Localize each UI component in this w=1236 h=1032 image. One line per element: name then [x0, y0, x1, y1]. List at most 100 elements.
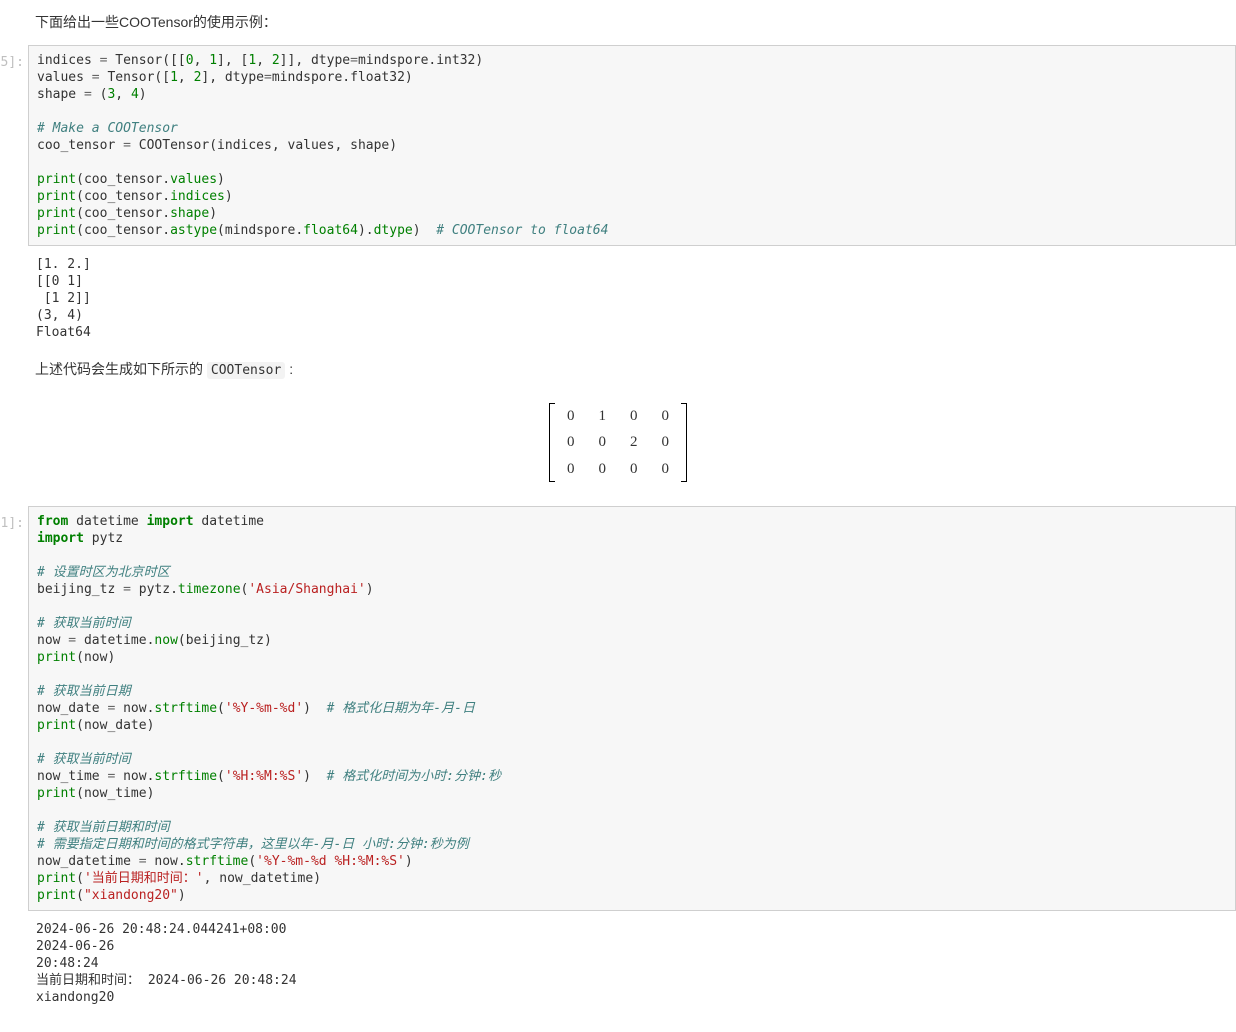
tok: .: [366, 223, 374, 238]
tok: .: [295, 223, 303, 238]
tok: 2: [272, 53, 280, 68]
matrix-cell: 0: [587, 456, 619, 483]
tok: ,: [204, 871, 220, 886]
tok: =: [115, 138, 138, 153]
tok: 1: [248, 53, 256, 68]
tok: ): [225, 189, 233, 204]
tok: (: [76, 206, 84, 221]
tok: datetime: [76, 514, 139, 529]
tok: COOTensor: [139, 138, 209, 153]
comment: # COOTensor to float64: [436, 223, 608, 238]
tok: (: [217, 701, 225, 716]
tok: [: [162, 70, 170, 85]
tok: datetime: [84, 633, 147, 648]
tok: strftime: [154, 701, 217, 716]
tok: dtype: [311, 53, 350, 68]
tok: Tensor: [115, 53, 162, 68]
matrix-cell: 0: [650, 429, 682, 456]
tok: print: [37, 718, 76, 733]
tok: shape: [350, 138, 389, 153]
tok: mindspore: [272, 70, 342, 85]
matrix-row: 0 0 0 0: [555, 456, 681, 483]
tok: import: [147, 514, 194, 529]
prompt-1: 1]:: [0, 506, 28, 911]
tok: =: [76, 87, 99, 102]
tok: ,: [194, 53, 210, 68]
tok: '%H:%M:%S': [225, 769, 303, 784]
tok: ): [107, 650, 115, 665]
tok: '当前日期和时间：': [84, 871, 204, 886]
comment: # 需要指定日期和时间的格式字符串，这里以年-月-日 小时:分钟:秒为例: [37, 837, 469, 852]
comment: # 获取当前时间: [37, 616, 131, 631]
tok: timezone: [178, 582, 241, 597]
code-cell-1: 1]: from datetime import datetime import…: [0, 506, 1236, 911]
tok: (: [76, 172, 84, 187]
tok: print: [37, 786, 76, 801]
coo-desc-pre: 上述代码会生成如下所示的: [35, 361, 207, 377]
comment: # Make a COOTensor: [37, 121, 178, 136]
code-cell-5: 5]: indices = Tensor([[0, 1], [1, 2]], d…: [0, 45, 1236, 246]
tok: ): [303, 701, 311, 716]
tok: ): [389, 138, 397, 153]
tok: now: [154, 633, 177, 648]
matrix-table: 0 1 0 0 0 0 2 0 0 0 0 0: [555, 403, 681, 483]
tok: print: [37, 888, 76, 903]
tok: float64: [303, 223, 358, 238]
comment: # 获取当前时间: [37, 752, 131, 767]
tok: =: [100, 769, 123, 784]
tok: =: [115, 582, 138, 597]
tok: 1: [209, 53, 217, 68]
tok: print: [37, 206, 76, 221]
tok: ,: [334, 138, 350, 153]
tok: ]: [280, 53, 288, 68]
matrix-cell: 0: [555, 403, 587, 430]
tok: '%Y-%m-%d': [225, 701, 303, 716]
tok: ): [366, 582, 374, 597]
tok: ): [405, 70, 413, 85]
matrix-cell: 2: [618, 429, 650, 456]
tok: ): [178, 888, 186, 903]
tok: values: [288, 138, 335, 153]
tok: ): [358, 223, 366, 238]
tok: (: [76, 650, 84, 665]
tok: '%Y-%m-%d %H:%M:%S': [256, 854, 405, 869]
tok: print: [37, 172, 76, 187]
tok: ): [413, 223, 421, 238]
tok: (: [76, 189, 84, 204]
tok: indices: [37, 53, 92, 68]
matrix-row: 0 1 0 0: [555, 403, 681, 430]
tok: =: [92, 53, 115, 68]
tok: astype: [170, 223, 217, 238]
coo-desc-post: :: [285, 361, 293, 377]
tok: ): [147, 718, 155, 733]
matrix-cell: 0: [650, 456, 682, 483]
tok: ,: [225, 53, 241, 68]
tok: 'Asia/Shanghai': [248, 582, 365, 597]
code-input-1[interactable]: from datetime import datetime import pyt…: [28, 506, 1236, 911]
tok: (: [209, 138, 217, 153]
tok: values: [170, 172, 217, 187]
tok: .: [162, 172, 170, 187]
tok: ): [217, 172, 225, 187]
tok: ,: [209, 70, 225, 85]
intro-text: 下面给出一些COOTensor的使用示例：: [0, 4, 1236, 41]
tok: "xiandong20": [84, 888, 178, 903]
tok: ): [147, 786, 155, 801]
tok: dtype: [225, 70, 264, 85]
tok: (: [76, 871, 84, 886]
matrix-cell: 0: [650, 403, 682, 430]
tok: now: [37, 633, 60, 648]
tok: print: [37, 650, 76, 665]
tok: ): [264, 633, 272, 648]
matrix-cell: 0: [618, 403, 650, 430]
tok: ,: [256, 53, 272, 68]
tok: (: [217, 223, 225, 238]
tok: 4: [131, 87, 139, 102]
tok: coo_tensor: [84, 172, 162, 187]
tok: now: [123, 701, 146, 716]
tok: import: [37, 531, 84, 546]
coo-desc-code: COOTensor: [207, 362, 285, 379]
tok: values: [37, 70, 84, 85]
code-input-5[interactable]: indices = Tensor([[0, 1], [1, 2]], dtype…: [28, 45, 1236, 246]
tok: print: [37, 223, 76, 238]
